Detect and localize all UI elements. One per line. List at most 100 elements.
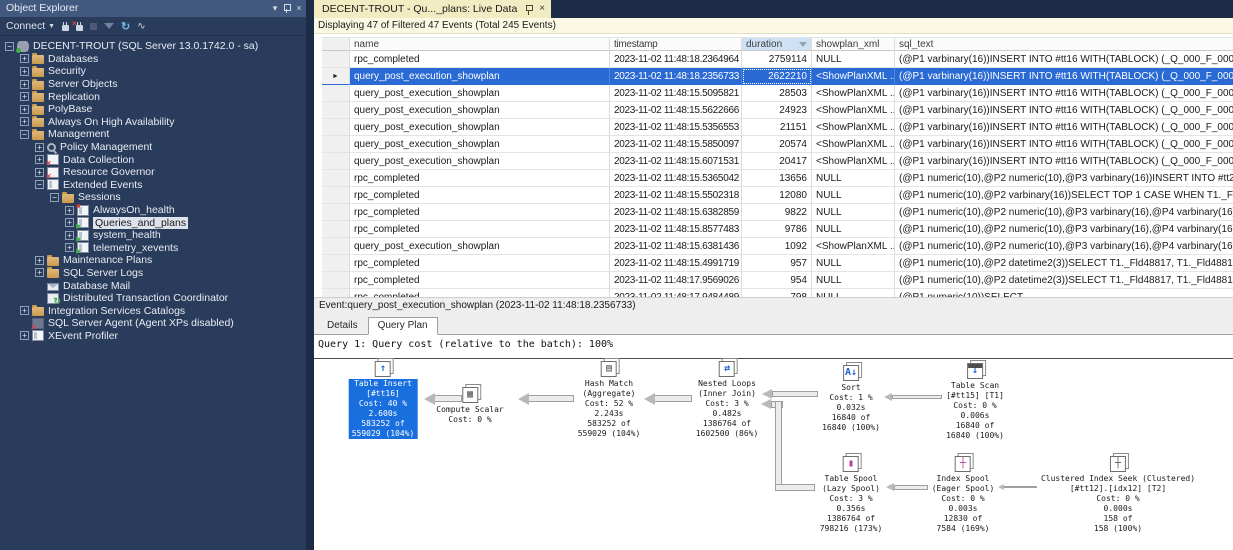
expand-icon[interactable]: +	[20, 331, 29, 340]
expand-icon[interactable]: +	[65, 206, 74, 215]
tree-item-sql-server-logs[interactable]: +SQL Server Logs	[0, 267, 306, 280]
row-selector[interactable]	[322, 238, 350, 255]
tree-item-management[interactable]: −Management	[0, 128, 306, 141]
row-selector[interactable]	[322, 85, 350, 102]
current-row-indicator[interactable]: ►	[322, 68, 350, 85]
collapse-icon[interactable]: −	[5, 42, 14, 51]
event-row[interactable]: query_post_execution_showplan2023-11-02 …	[322, 85, 1233, 102]
cell-duration[interactable]: 9786	[742, 221, 812, 238]
tree-item-always-on-high-availability[interactable]: +Always On High Availability	[0, 116, 306, 129]
expand-icon[interactable]: +	[35, 168, 44, 177]
grid-header-showplan_xml[interactable]: showplan_xml	[812, 37, 895, 51]
row-selector[interactable]	[322, 289, 350, 297]
cell-timestamp[interactable]: 2023-11-02 11:48:15.5365042	[610, 170, 742, 187]
cell-sql_text[interactable]: (@P1 numeric(10),@P2 numeric(10),@P3 var…	[895, 238, 1233, 255]
tree-item-queries-and-plans[interactable]: +Queries_and_plans	[0, 216, 306, 229]
cell-name[interactable]: query_post_execution_showplan	[350, 85, 610, 102]
event-row[interactable]: query_post_execution_showplan2023-11-02 …	[322, 119, 1233, 136]
event-row[interactable]: rpc_completed2023-11-02 11:48:17.9569026…	[322, 272, 1233, 289]
cell-name[interactable]: rpc_completed	[350, 187, 610, 204]
tab-close-icon[interactable]: ×	[539, 0, 545, 18]
expand-icon[interactable]: +	[35, 143, 44, 152]
cell-showplan_xml[interactable]: <ShowPlanXML ...	[812, 153, 895, 170]
event-row[interactable]: rpc_completed2023-11-02 11:48:15.4991719…	[322, 255, 1233, 272]
cell-showplan_xml[interactable]: <ShowPlanXML ...	[812, 85, 895, 102]
row-selector[interactable]	[322, 221, 350, 238]
tree-item-sql-server-agent-agent-xps-disabled[interactable]: SQL Server Agent (Agent XPs disabled)	[0, 317, 306, 330]
event-row[interactable]: query_post_execution_showplan2023-11-02 …	[322, 153, 1233, 170]
stop-button[interactable]	[90, 23, 97, 30]
event-row[interactable]: query_post_execution_showplan2023-11-02 …	[322, 238, 1233, 255]
cell-duration[interactable]: 20417	[742, 153, 812, 170]
cell-showplan_xml[interactable]: NULL	[812, 255, 895, 272]
tree-item-distributed-transaction-coordinator[interactable]: Distributed Transaction Coordinator	[0, 292, 306, 305]
event-row[interactable]: query_post_execution_showplan2023-11-02 …	[322, 136, 1233, 153]
row-selector[interactable]	[322, 170, 350, 187]
expand-icon[interactable]: +	[20, 105, 29, 114]
cell-showplan_xml[interactable]: NULL	[812, 170, 895, 187]
grid-header-name[interactable]: name	[350, 37, 610, 51]
cell-showplan_xml[interactable]: NULL	[812, 187, 895, 204]
cell-timestamp[interactable]: 2023-11-02 11:48:17.9484489	[610, 289, 742, 297]
cell-sql_text[interactable]: (@P1 numeric(10),@P2 varbinary(16))SELEC…	[895, 187, 1233, 204]
cell-name[interactable]: query_post_execution_showplan	[350, 238, 610, 255]
tree-item-database-mail[interactable]: Database Mail	[0, 279, 306, 292]
row-selector[interactable]	[322, 187, 350, 204]
expand-icon[interactable]: +	[20, 54, 29, 63]
tree-item-alwayson-health[interactable]: +AlwaysOn_health	[0, 204, 306, 217]
tab-query-plan[interactable]: Query Plan	[368, 317, 438, 335]
document-tab[interactable]: DECENT-TROUT - Qu..._plans: Live Data ×	[314, 0, 551, 18]
cell-duration[interactable]: 20574	[742, 136, 812, 153]
cell-sql_text[interactable]: (@P1 varbinary(16))INSERT INTO #tt16 WIT…	[895, 68, 1233, 85]
row-selector[interactable]	[322, 119, 350, 136]
cell-timestamp[interactable]: 2023-11-02 11:48:15.6382859	[610, 204, 742, 221]
cell-duration[interactable]: 13656	[742, 170, 812, 187]
tree-item-decent-trout-sql-server-13-0-1742-0-sa[interactable]: −DECENT-TROUT (SQL Server 13.0.1742.0 - …	[0, 40, 306, 53]
expand-icon[interactable]: +	[65, 218, 74, 227]
close-icon[interactable]: ×	[292, 2, 306, 15]
refresh-button[interactable]: ↻	[121, 20, 130, 33]
tree-item-sessions[interactable]: −Sessions	[0, 191, 306, 204]
cell-name[interactable]: rpc_completed	[350, 221, 610, 238]
grid-header-sql_text[interactable]: sql_text	[895, 37, 1233, 51]
cell-duration[interactable]: 1092	[742, 238, 812, 255]
cell-name[interactable]: query_post_execution_showplan	[350, 119, 610, 136]
cell-duration[interactable]: 2622210	[742, 68, 812, 85]
cell-duration[interactable]: 12080	[742, 187, 812, 204]
cell-showplan_xml[interactable]: <ShowPlanXML ...	[812, 238, 895, 255]
cell-duration[interactable]: 2759114	[742, 51, 812, 68]
plan-node-table-insert[interactable]: ↑Table Insert[#tt16]Cost: 40 %2.600s5832…	[349, 361, 418, 439]
cell-sql_text[interactable]: (@P1 varbinary(16))INSERT INTO #tt16 WIT…	[895, 153, 1233, 170]
cell-timestamp[interactable]: 2023-11-02 11:48:17.9569026	[610, 272, 742, 289]
plan-node-table-spool[interactable]: ▮Table Spool(Lazy Spool)Cost: 3 %0.356s1…	[820, 456, 883, 534]
expand-icon[interactable]: +	[35, 256, 44, 265]
tab-details[interactable]: Details	[318, 318, 367, 334]
cell-timestamp[interactable]: 2023-11-02 11:48:15.6071531	[610, 153, 742, 170]
cell-sql_text[interactable]: (@P1 varbinary(16))INSERT INTO #tt16 WIT…	[895, 102, 1233, 119]
tab-pin-icon[interactable]	[525, 3, 534, 15]
filter-button[interactable]	[104, 23, 114, 29]
collapse-icon[interactable]: −	[35, 180, 44, 189]
cell-showplan_xml[interactable]: NULL	[812, 289, 895, 297]
tree-item-security[interactable]: +Security	[0, 65, 306, 78]
window-menu-icon[interactable]: ▾	[268, 2, 282, 15]
row-selector[interactable]	[322, 102, 350, 119]
tree-item-server-objects[interactable]: +Server Objects	[0, 78, 306, 91]
cell-sql_text[interactable]: (@P1 numeric(10))SELECT ...	[895, 289, 1233, 297]
tree-item-maintenance-plans[interactable]: +Maintenance Plans	[0, 254, 306, 267]
cell-name[interactable]: rpc_completed	[350, 255, 610, 272]
plan-node-sort[interactable]: A↓SortCost: 1 %0.032s16840 of16840 (100%…	[822, 365, 880, 433]
cell-timestamp[interactable]: 2023-11-02 11:48:15.5850097	[610, 136, 742, 153]
tree-item-system-health[interactable]: +system_health	[0, 229, 306, 242]
grid-header-timestamp[interactable]: timestamp	[610, 37, 742, 51]
cell-name[interactable]: query_post_execution_showplan	[350, 68, 610, 85]
event-row[interactable]: rpc_completed2023-11-02 11:48:15.8577483…	[322, 221, 1233, 238]
plan-node-clustered-index-seek[interactable]: ┼Clustered Index Seek (Clustered)[#tt12]…	[1041, 456, 1195, 534]
row-selector[interactable]	[322, 255, 350, 272]
grid-header-duration[interactable]: duration	[742, 37, 812, 51]
cell-name[interactable]: query_post_execution_showplan	[350, 153, 610, 170]
event-row[interactable]: rpc_completed2023-11-02 11:48:15.6382859…	[322, 204, 1233, 221]
cell-timestamp[interactable]: 2023-11-02 11:48:15.5622666	[610, 102, 742, 119]
expand-icon[interactable]: +	[65, 231, 74, 240]
tree-item-replication[interactable]: +Replication	[0, 90, 306, 103]
